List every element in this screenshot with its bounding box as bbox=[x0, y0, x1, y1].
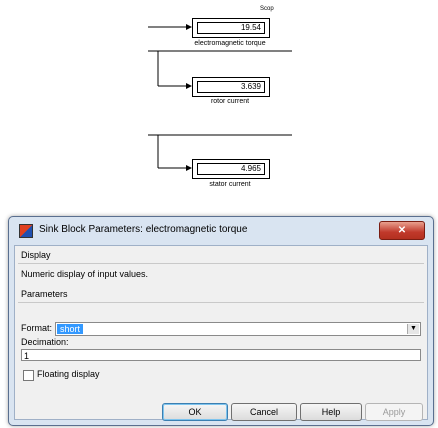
rotor-current-value: 3.639 bbox=[197, 81, 265, 93]
divider bbox=[18, 302, 424, 303]
dialog-title: Sink Block Parameters: electromagnetic t… bbox=[39, 224, 248, 235]
rotor-current-display-block[interactable]: 3.639 bbox=[192, 77, 270, 97]
format-select[interactable]: short ▼ bbox=[55, 322, 421, 336]
floating-display-label: Floating display bbox=[37, 369, 100, 379]
torque-block-label: electromagnetic torque bbox=[194, 40, 266, 47]
ok-button[interactable]: OK bbox=[162, 403, 228, 421]
simulink-diagram: Scop 19.54 electromagnetic torque 3.639 … bbox=[0, 0, 438, 205]
help-button[interactable]: Help bbox=[300, 403, 362, 421]
stator-current-display-block[interactable]: 4.965 bbox=[192, 159, 270, 179]
torque-display-block[interactable]: 19.54 bbox=[192, 18, 270, 38]
parameters-group-title: Parameters bbox=[21, 289, 68, 299]
close-icon: ✕ bbox=[397, 225, 407, 236]
stator-current-label: stator current bbox=[209, 181, 251, 188]
torque-value: 19.54 bbox=[197, 22, 265, 34]
divider bbox=[18, 263, 424, 264]
cancel-button[interactable]: Cancel bbox=[231, 403, 297, 421]
format-label: Format: bbox=[21, 323, 53, 333]
rotor-current-label: rotor current bbox=[210, 98, 250, 105]
block-description: Numeric display of input values. bbox=[21, 269, 149, 279]
dialog-titlebar[interactable]: Sink Block Parameters: electromagnetic t… bbox=[9, 217, 433, 243]
display-group-title: Display bbox=[21, 250, 51, 260]
floating-display-checkbox[interactable] bbox=[23, 370, 34, 381]
chevron-down-icon[interactable]: ▼ bbox=[407, 324, 419, 334]
decimation-label: Decimation: bbox=[21, 337, 69, 347]
sink-block-parameters-dialog: Sink Block Parameters: electromagnetic t… bbox=[8, 216, 434, 426]
simulink-app-icon bbox=[19, 224, 33, 238]
dialog-body: Display Numeric display of input values.… bbox=[14, 245, 428, 421]
decimation-input[interactable]: 1 bbox=[21, 349, 421, 361]
scope-label: Scop bbox=[260, 6, 274, 12]
stator-current-value: 4.965 bbox=[197, 163, 265, 175]
close-button[interactable]: ✕ bbox=[379, 221, 425, 240]
format-selected-value: short bbox=[57, 324, 84, 334]
apply-button[interactable]: Apply bbox=[365, 403, 423, 421]
